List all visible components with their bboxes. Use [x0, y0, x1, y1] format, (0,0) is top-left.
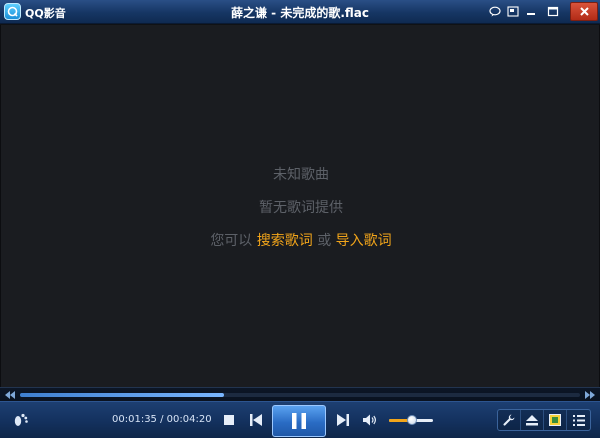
- current-time: 00:01:35: [112, 414, 157, 425]
- progress-strip: [0, 387, 600, 401]
- settings-button[interactable]: [498, 410, 521, 430]
- time-display: 00:01:35 / 00:04:20: [112, 414, 212, 425]
- or-text: 或: [317, 233, 332, 249]
- search-lyrics-link[interactable]: 搜索歌词: [257, 233, 313, 249]
- mini-mode-icon: [507, 6, 519, 17]
- import-lyrics-link[interactable]: 导入歌词: [336, 233, 392, 249]
- control-bar: 00:01:35 / 00:04:20: [0, 401, 600, 438]
- volume-icon: [363, 414, 376, 426]
- total-time: 00:04:20: [166, 414, 212, 425]
- stop-icon: [224, 415, 234, 425]
- lyrics-status: 暂无歌词提供: [259, 200, 343, 216]
- chat-icon: [489, 6, 501, 17]
- seek-forward-button[interactable]: [583, 389, 597, 401]
- close-button[interactable]: [570, 2, 598, 21]
- footprint-icon: [14, 413, 28, 426]
- settings-wrench-icon: [503, 414, 515, 426]
- seek-back-icon: [5, 391, 15, 399]
- next-icon: [337, 414, 349, 426]
- screenshot-button[interactable]: [544, 410, 567, 430]
- previous-button[interactable]: [247, 411, 265, 429]
- playlist-icon: [572, 414, 585, 426]
- app-name: QQ影音: [25, 7, 66, 20]
- previous-icon: [250, 414, 262, 426]
- app-logo-icon: [4, 3, 21, 20]
- seek-forward-icon: [585, 391, 595, 399]
- title-bar[interactable]: QQ影音 薛之谦 - 未完成的歌.flac: [0, 0, 600, 24]
- volume-knob[interactable]: [407, 415, 418, 425]
- prompt-prefix: 您可以: [210, 233, 253, 249]
- seek-progress: [20, 393, 225, 397]
- maximize-button[interactable]: [542, 2, 564, 21]
- time-separator: /: [156, 414, 167, 425]
- eject-button[interactable]: [521, 410, 544, 430]
- minimize-icon: [527, 13, 535, 15]
- next-button[interactable]: [334, 411, 352, 429]
- maximize-icon: [547, 6, 559, 17]
- pause-icon: [292, 413, 306, 429]
- seek-bar[interactable]: [20, 393, 580, 397]
- stop-button[interactable]: [220, 411, 238, 429]
- lyrics-actions: 您可以 搜索歌词 或 导入歌词: [1, 230, 600, 250]
- eject-icon: [526, 414, 538, 425]
- close-icon: [579, 7, 589, 16]
- playlist-button[interactable]: [567, 410, 590, 430]
- main-menu-button[interactable]: [10, 410, 32, 430]
- video-display[interactable]: 未知歌曲 暂无歌词提供 您可以 搜索歌词 或 导入歌词: [0, 25, 600, 387]
- volume-button[interactable]: [361, 411, 379, 429]
- seek-back-button[interactable]: [3, 389, 17, 401]
- screenshot-icon: [549, 414, 561, 426]
- minimize-button[interactable]: [520, 2, 542, 21]
- tool-button-group: [497, 409, 591, 431]
- song-status: 未知歌曲: [273, 167, 329, 183]
- pause-button[interactable]: [272, 405, 326, 437]
